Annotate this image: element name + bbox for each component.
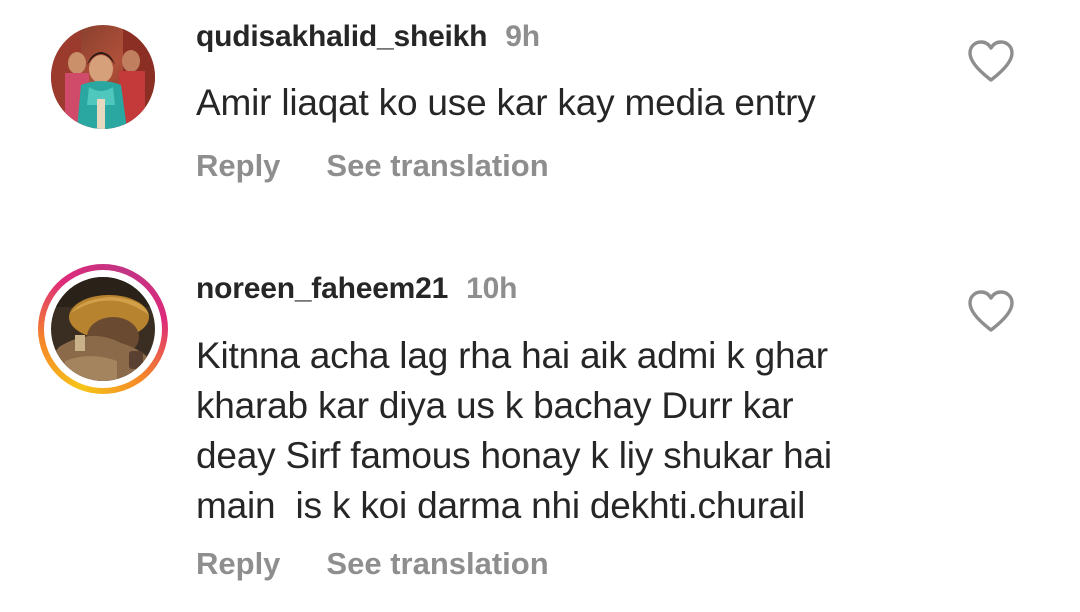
timestamp: 10h bbox=[466, 272, 518, 305]
comment-actions: Reply See translation bbox=[196, 546, 549, 582]
see-translation-button[interactable]: See translation bbox=[326, 148, 548, 183]
timestamp: 9h bbox=[505, 20, 540, 53]
comment-header: noreen_faheem21 10h bbox=[196, 272, 517, 306]
heart-outline-icon[interactable] bbox=[966, 288, 1016, 334]
heart-outline-icon[interactable] bbox=[966, 38, 1016, 84]
reply-button[interactable]: Reply bbox=[196, 546, 280, 581]
comment-text: Kitnna acha lag rha hai aik admi k ghar … bbox=[196, 335, 832, 526]
avatar[interactable] bbox=[51, 277, 155, 381]
comment-text: Amir liaqat ko use kar kay media entry bbox=[196, 82, 816, 123]
comment-header: qudisakhalid_sheikh 9h bbox=[196, 20, 540, 54]
avatar-container[interactable] bbox=[38, 12, 168, 142]
avatar-container[interactable] bbox=[38, 264, 168, 394]
username-link[interactable]: noreen_faheem21 bbox=[196, 272, 448, 305]
comment-item: qudisakhalid_sheikh 9h Amir liaqat ko use… bbox=[0, 0, 1080, 230]
reply-button[interactable]: Reply bbox=[196, 148, 280, 183]
comment-item: noreen_faheem21 10h Kitnna acha lag rha h… bbox=[0, 258, 1080, 612]
username-link[interactable]: qudisakhalid_sheikh bbox=[196, 20, 487, 53]
comment-actions: Reply See translation bbox=[196, 148, 549, 184]
avatar[interactable] bbox=[51, 25, 155, 129]
see-translation-button[interactable]: See translation bbox=[326, 546, 548, 581]
